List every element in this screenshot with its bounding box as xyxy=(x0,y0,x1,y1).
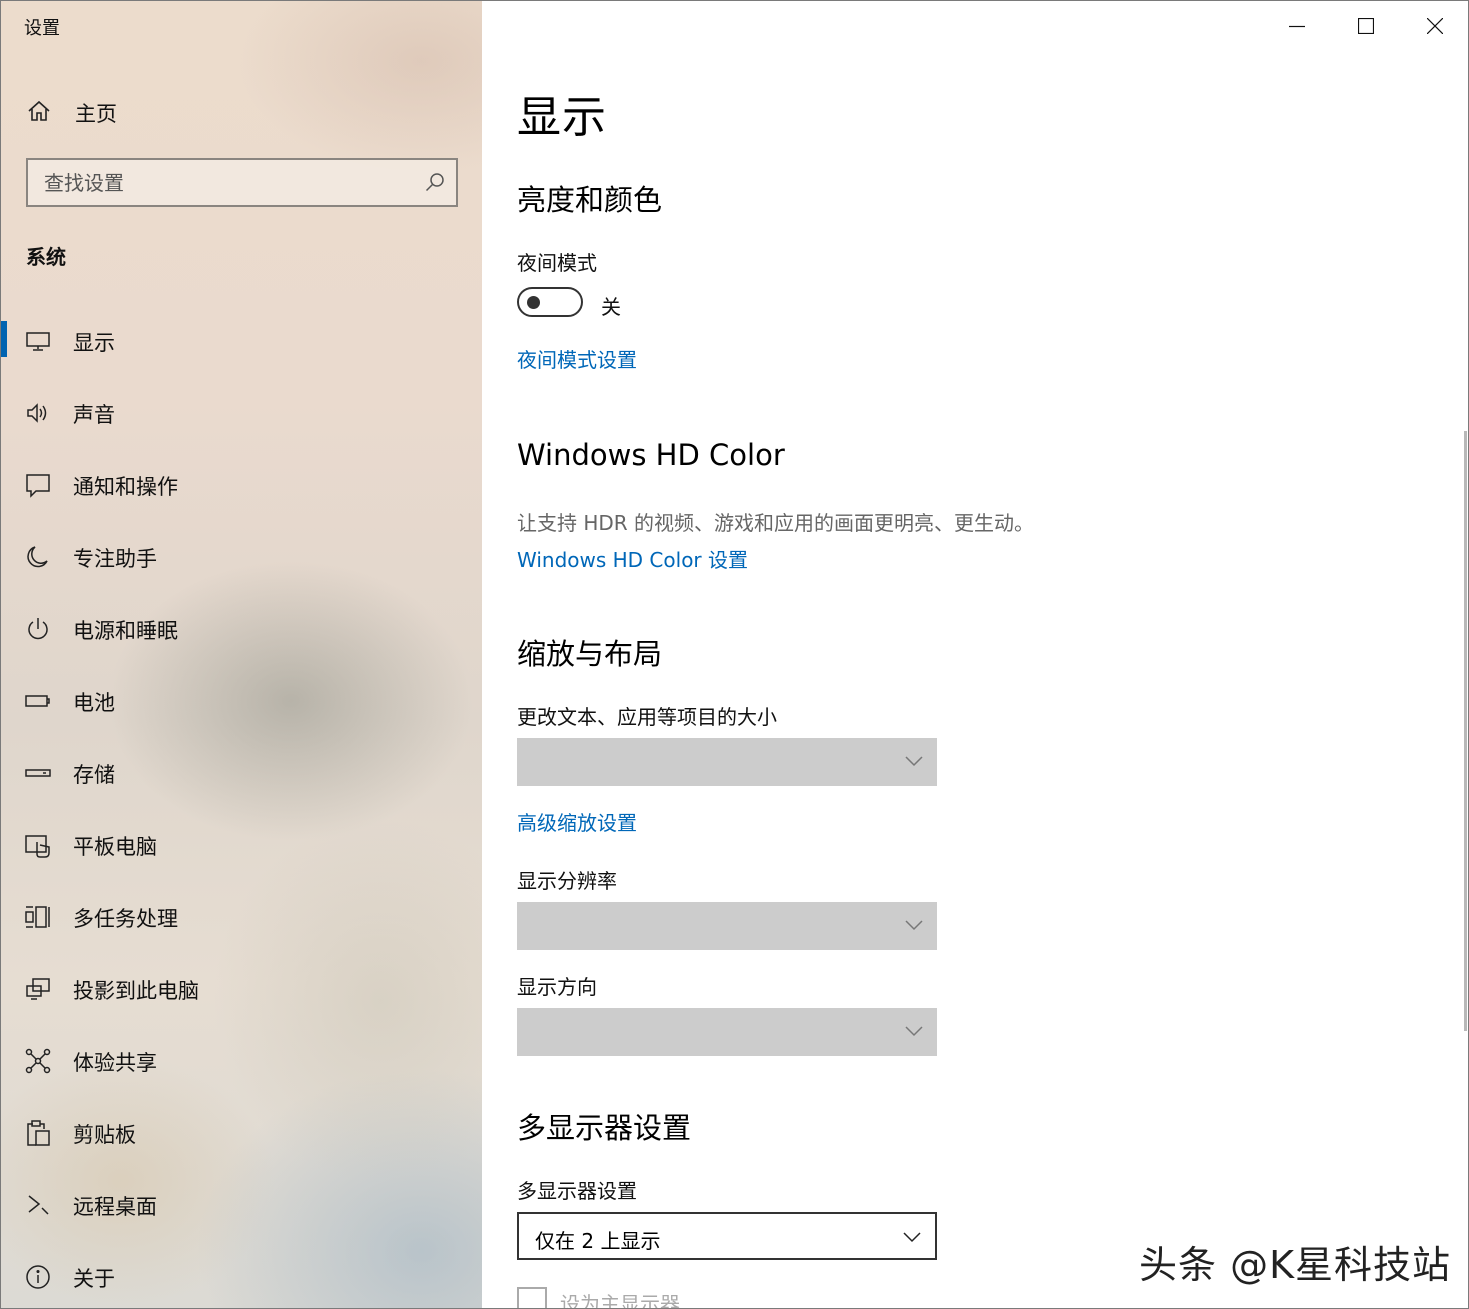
search-box[interactable] xyxy=(26,158,458,207)
sidebar-item-label: 多任务处理 xyxy=(73,907,178,931)
sidebar-item-label: 专注助手 xyxy=(73,547,157,571)
night-mode-label: 夜间模式 xyxy=(517,251,597,275)
minimize-button[interactable] xyxy=(1263,1,1332,53)
orientation-dropdown[interactable] xyxy=(517,1008,937,1056)
resolution-dropdown[interactable] xyxy=(517,902,937,950)
sidebar-item-label: 电池 xyxy=(73,691,115,715)
sidebar-item-label: 远程桌面 xyxy=(73,1195,157,1219)
hdr-description: 让支持 HDR 的视频、游戏和应用的画面更明亮、更生动。 xyxy=(517,511,1035,535)
sidebar-item-label: 平板电脑 xyxy=(73,835,157,859)
speaker-icon xyxy=(25,400,51,426)
sidebar-item-project[interactable]: 投影到此电脑 xyxy=(1,952,482,1024)
window-controls xyxy=(1263,1,1468,53)
info-icon xyxy=(25,1264,51,1290)
scrollbar[interactable] xyxy=(1464,431,1467,1031)
sidebar-item-label: 显示 xyxy=(73,331,115,355)
hdr-settings-link[interactable]: Windows HD Color 设置 xyxy=(517,544,748,573)
remote-icon xyxy=(25,1192,51,1218)
battery-icon xyxy=(25,688,51,714)
sidebar-item-sound[interactable]: 声音 xyxy=(1,376,482,448)
multitask-icon xyxy=(25,904,51,930)
brightness-heading: 亮度和颜色 xyxy=(517,183,663,217)
home-icon xyxy=(27,99,51,123)
size-label: 更改文本、应用等项目的大小 xyxy=(517,705,777,729)
sidebar-item-about[interactable]: 关于 xyxy=(1,1240,482,1308)
active-indicator xyxy=(1,321,7,357)
sidebar-item-remote-desktop[interactable]: 远程桌面 xyxy=(1,1168,482,1240)
sidebar-item-clipboard[interactable]: 剪贴板 xyxy=(1,1096,482,1168)
chevron-down-icon xyxy=(905,1026,923,1037)
scale-heading: 缩放与布局 xyxy=(517,637,663,671)
sidebar-item-storage[interactable]: 存储 xyxy=(1,736,482,808)
storage-icon xyxy=(25,760,51,786)
sidebar-item-label: 通知和操作 xyxy=(73,475,178,499)
main-panel: 显示 亮度和颜色 夜间模式 关 夜间模式设置 Windows HD Color … xyxy=(482,1,1468,1309)
power-icon xyxy=(25,616,51,642)
search-input[interactable] xyxy=(28,160,424,205)
notification-icon xyxy=(25,472,51,498)
sidebar-item-label: 声音 xyxy=(73,403,115,427)
sidebar: 设置 主页 系统 显示 xyxy=(1,1,482,1308)
multi-display-label: 多显示器设置 xyxy=(517,1179,637,1203)
multi-display-heading: 多显示器设置 xyxy=(517,1111,692,1145)
maximize-button[interactable] xyxy=(1332,1,1401,53)
share-icon xyxy=(25,1048,51,1074)
app-title: 设置 xyxy=(24,18,60,39)
monitor-icon xyxy=(25,328,51,354)
hdr-heading: Windows HD Color xyxy=(517,438,785,472)
home-nav-item[interactable]: 主页 xyxy=(1,87,482,135)
chevron-down-icon xyxy=(903,1232,921,1243)
close-icon xyxy=(1427,18,1443,34)
sidebar-item-label: 关于 xyxy=(73,1267,115,1291)
sidebar-item-tablet[interactable]: 平板电脑 xyxy=(1,808,482,880)
night-mode-settings-link[interactable]: 夜间模式设置 xyxy=(517,344,637,373)
sidebar-item-display[interactable]: 显示 xyxy=(1,304,482,376)
section-title: 系统 xyxy=(26,245,66,269)
maximize-icon xyxy=(1358,18,1374,34)
moon-icon xyxy=(25,544,51,570)
advanced-scaling-link[interactable]: 高级缩放设置 xyxy=(517,807,637,836)
sidebar-item-label: 体验共享 xyxy=(73,1051,157,1075)
sidebar-item-focus-assist[interactable]: 专注助手 xyxy=(1,520,482,592)
sidebar-item-multitasking[interactable]: 多任务处理 xyxy=(1,880,482,952)
nav-list: 显示 声音 通知和操作 专注助手 电源和睡眠 电池 存储 平板电脑 多任务处理 … xyxy=(1,304,482,1308)
size-dropdown[interactable] xyxy=(517,738,937,786)
watermark: 头条 @K星科技站 xyxy=(1139,1243,1451,1287)
night-mode-state: 关 xyxy=(601,295,621,319)
primary-display-checkbox[interactable] xyxy=(517,1287,547,1308)
tablet-icon xyxy=(25,832,51,858)
orientation-label: 显示方向 xyxy=(517,975,597,999)
sidebar-item-battery[interactable]: 电池 xyxy=(1,664,482,736)
sidebar-item-label: 剪贴板 xyxy=(73,1123,136,1147)
sidebar-item-notifications[interactable]: 通知和操作 xyxy=(1,448,482,520)
page-title: 显示 xyxy=(517,92,607,143)
chevron-down-icon xyxy=(905,920,923,931)
sidebar-item-power-sleep[interactable]: 电源和睡眠 xyxy=(1,592,482,664)
home-label: 主页 xyxy=(75,102,117,126)
sidebar-item-label: 投影到此电脑 xyxy=(73,979,199,1003)
multi-display-dropdown[interactable]: 仅在 2 上显示 xyxy=(517,1212,937,1260)
clipboard-icon xyxy=(25,1120,51,1146)
night-mode-toggle[interactable] xyxy=(517,287,583,317)
sidebar-item-shared-experiences[interactable]: 体验共享 xyxy=(1,1024,482,1096)
minimize-icon xyxy=(1289,25,1305,28)
search-icon[interactable] xyxy=(424,171,446,193)
resolution-label: 显示分辨率 xyxy=(517,869,617,893)
sidebar-item-label: 存储 xyxy=(73,763,115,787)
multi-display-value: 仅在 2 上显示 xyxy=(535,1229,661,1253)
chevron-down-icon xyxy=(905,756,923,767)
settings-window: 设置 主页 系统 显示 xyxy=(0,0,1469,1309)
primary-display-label: 设为主显示器 xyxy=(560,1292,680,1309)
close-button[interactable] xyxy=(1401,1,1468,53)
project-icon xyxy=(25,976,51,1002)
sidebar-item-label: 电源和睡眠 xyxy=(73,619,178,643)
toggle-knob xyxy=(527,296,540,309)
